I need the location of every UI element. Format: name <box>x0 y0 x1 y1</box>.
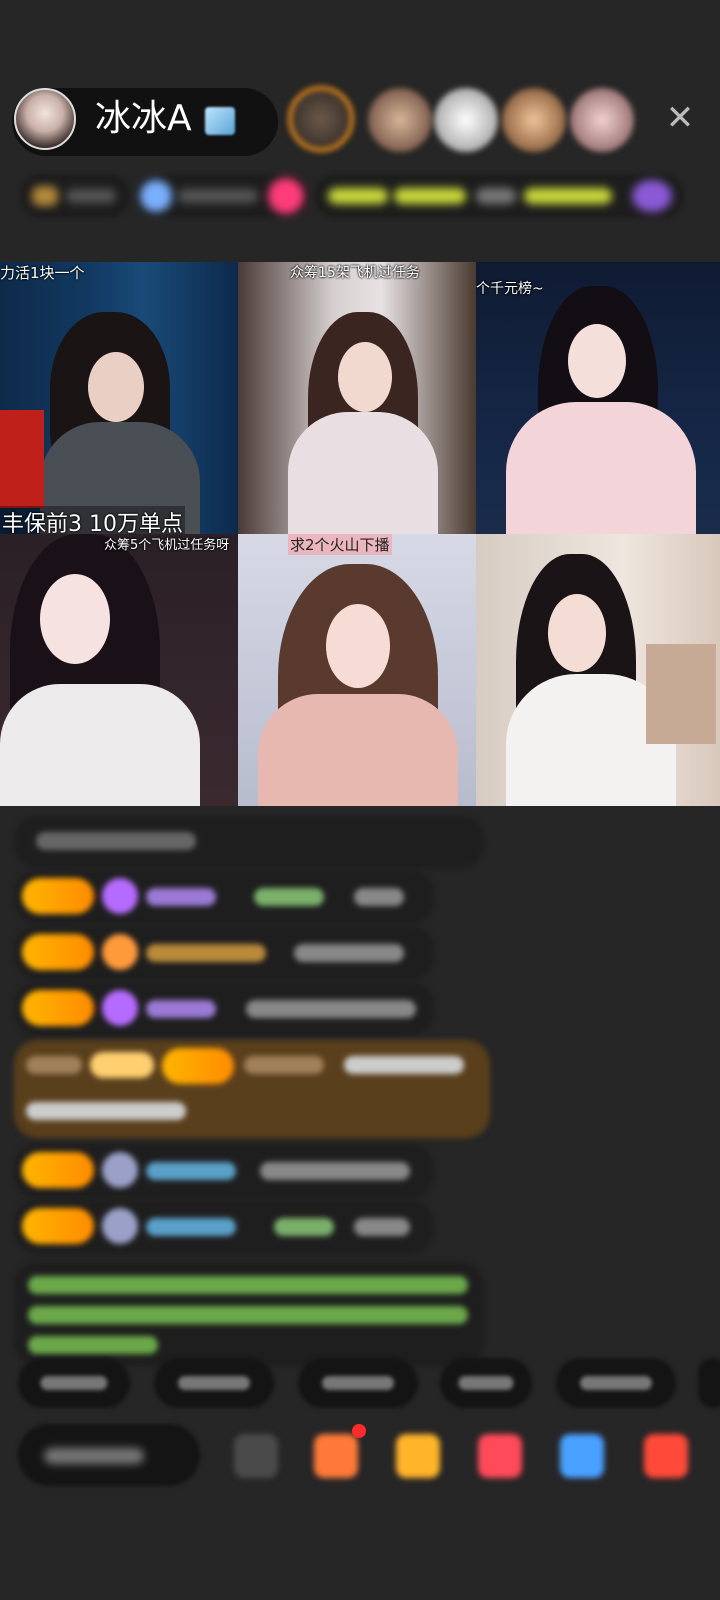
close-icon[interactable]: ✕ <box>660 98 700 138</box>
video-tile-2[interactable]: 众筹15架飞机过任务 <box>238 262 476 534</box>
activity-banner[interactable] <box>314 174 684 218</box>
top-viewer-avatar-4[interactable] <box>502 88 566 152</box>
quick-reply-button[interactable] <box>440 1358 532 1408</box>
host-name: 冰冰A <box>95 98 192 139</box>
game-icon[interactable] <box>560 1434 604 1478</box>
video-tile-5[interactable]: 求2个火山下播 <box>238 534 476 806</box>
tile-4-caption: 众筹5个飞机过任务呀 <box>104 538 230 553</box>
chat-system-notice <box>14 1262 484 1366</box>
tile-1-caption: 力活1块一个 <box>0 264 85 282</box>
tile-1-bottom-caption: 丰保前3 10万单点 <box>0 506 185 534</box>
video-tile-3[interactable]: 个千元榜~ <box>476 262 720 534</box>
chat-message <box>14 926 434 980</box>
top-viewer-avatar-2[interactable] <box>368 88 432 152</box>
rank-chip[interactable] <box>20 174 130 218</box>
chat-message <box>14 870 434 924</box>
host-avatar[interactable] <box>14 88 76 150</box>
popularity-chip[interactable] <box>134 174 310 218</box>
chat-message <box>14 1200 434 1254</box>
chat-message <box>14 982 434 1036</box>
task-icon[interactable] <box>314 1434 358 1478</box>
top-viewer-avatar-3[interactable] <box>434 88 498 152</box>
quick-reply-button[interactable] <box>556 1358 676 1408</box>
video-tile-4[interactable]: 众筹5个飞机过任务呀 <box>0 534 238 806</box>
host-level-badge-icon <box>205 107 235 135</box>
quick-reply-button[interactable] <box>154 1358 274 1408</box>
tile-5-caption: 求2个火山下播 <box>288 534 392 555</box>
chat-highlight-message <box>14 1040 490 1138</box>
quick-reply-button[interactable] <box>698 1358 720 1408</box>
top-viewer-avatar-5[interactable] <box>570 88 634 152</box>
top-viewer-avatar-1[interactable] <box>288 86 354 152</box>
video-tile-6[interactable] <box>476 534 720 806</box>
chat-message <box>14 1144 434 1198</box>
video-tile-1[interactable]: 力活1块一个 丰保前3 10万单点 <box>0 262 238 534</box>
quick-reply-button[interactable] <box>298 1358 418 1408</box>
gift-box-icon[interactable] <box>396 1434 440 1478</box>
more-icon[interactable] <box>234 1434 278 1478</box>
notification-dot <box>352 1424 366 1438</box>
tile-3-caption: 个千元榜~ <box>476 281 544 297</box>
chat-input[interactable] <box>18 1424 200 1486</box>
chat-message <box>14 816 484 868</box>
heart-icon[interactable] <box>478 1434 522 1478</box>
gift-icon[interactable] <box>644 1434 688 1478</box>
quick-reply-button[interactable] <box>18 1358 130 1408</box>
tile-2-caption: 众筹15架飞机过任务 <box>290 265 420 281</box>
